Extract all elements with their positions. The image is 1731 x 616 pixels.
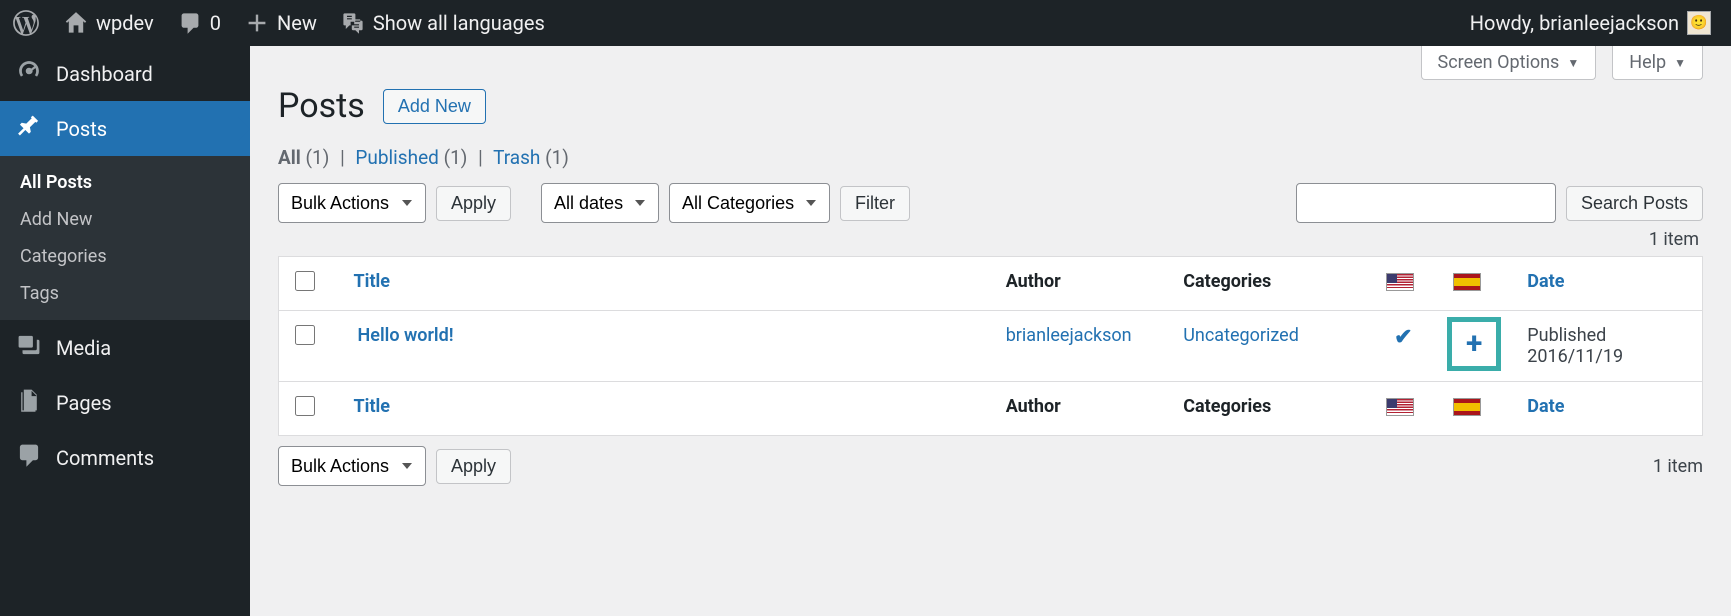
menu-media-label: Media <box>56 336 111 360</box>
user-avatar-icon: 🙂 <box>1687 11 1711 35</box>
howdy-label: Howdy, brianleejackson <box>1470 11 1679 35</box>
col-categories-header: Categories <box>1183 271 1271 292</box>
post-author-link[interactable]: brianleejackson <box>1006 325 1132 346</box>
filter-published[interactable]: Published (1) <box>355 146 472 169</box>
post-title-link[interactable]: Hello world! <box>354 325 454 346</box>
menu-posts-label: Posts <box>56 117 107 141</box>
category-filter-select[interactable]: All Categories <box>669 183 830 223</box>
page-title: Posts <box>278 86 365 126</box>
translation-icon <box>341 11 365 35</box>
menu-dashboard-label: Dashboard <box>56 62 153 86</box>
post-status-filters: All (1) | Published (1) | Trash (1) <box>278 146 1703 169</box>
new-label: New <box>277 11 317 35</box>
menu-comments[interactable]: Comments <box>0 430 250 485</box>
col-date-footer[interactable]: Date <box>1527 396 1564 417</box>
col-title-header[interactable]: Title <box>354 271 391 292</box>
post-category-link[interactable]: Uncategorized <box>1183 325 1299 346</box>
row-select-checkbox[interactable] <box>295 325 315 345</box>
languages-link[interactable]: Show all languages <box>329 0 557 46</box>
my-account-link[interactable]: Howdy, brianleejackson 🙂 <box>1458 0 1723 46</box>
menu-media[interactable]: Media <box>0 320 250 375</box>
flag-es-footer-icon[interactable] <box>1453 398 1481 416</box>
submenu-tags[interactable]: Tags <box>0 275 250 312</box>
item-count-bottom: 1 item <box>1653 456 1703 477</box>
content-body: Screen Options ▼ Help ▼ Posts Add New Al… <box>250 46 1731 616</box>
new-content-link[interactable]: New <box>233 0 329 46</box>
submenu-categories[interactable]: Categories <box>0 238 250 275</box>
menu-pages-label: Pages <box>56 391 112 415</box>
select-all-top[interactable] <box>295 271 315 291</box>
site-name-link[interactable]: wpdev <box>52 0 166 46</box>
col-author-footer: Author <box>1006 396 1061 417</box>
plus-icon <box>245 11 269 35</box>
col-title-footer[interactable]: Title <box>354 396 391 417</box>
flag-es-icon[interactable] <box>1453 273 1481 291</box>
add-translation-button[interactable]: + <box>1447 317 1501 371</box>
menu-dashboard[interactable]: Dashboard <box>0 46 250 101</box>
plus-icon: + <box>1466 329 1482 359</box>
submenu-all-posts[interactable]: All Posts <box>0 164 250 201</box>
comment-icon <box>178 11 202 35</box>
filter-trash[interactable]: Trash (1) <box>493 146 569 169</box>
filter-button[interactable]: Filter <box>840 186 910 221</box>
apply-bulk-button-bottom[interactable]: Apply <box>436 449 511 484</box>
chevron-down-icon: ▼ <box>1674 56 1686 70</box>
menu-pages[interactable]: Pages <box>0 375 250 430</box>
search-posts-input[interactable] <box>1296 183 1556 223</box>
apply-bulk-button[interactable]: Apply <box>436 186 511 221</box>
filter-all[interactable]: All (1) <box>278 146 334 169</box>
lang-en-check-icon[interactable]: ✔ <box>1394 325 1412 350</box>
submenu-add-new[interactable]: Add New <box>0 201 250 238</box>
dashboard-icon <box>16 58 42 89</box>
page-icon <box>16 387 42 418</box>
menu-posts[interactable]: Posts <box>0 101 250 156</box>
flag-us-icon[interactable] <box>1386 273 1414 291</box>
bulk-actions-select[interactable]: Bulk Actions <box>278 183 426 223</box>
item-count-top: 1 item <box>1649 229 1699 250</box>
date-filter-select[interactable]: All dates <box>541 183 659 223</box>
submenu-posts: All Posts Add New Categories Tags <box>0 156 250 320</box>
languages-label: Show all languages <box>373 11 545 35</box>
post-date-status: Published <box>1527 325 1686 346</box>
media-icon <box>16 332 42 363</box>
flag-us-footer-icon[interactable] <box>1386 398 1414 416</box>
site-name-label: wpdev <box>96 11 154 35</box>
screen-options-tab[interactable]: Screen Options ▼ <box>1421 46 1597 80</box>
tablenav-top: Bulk Actions Apply All dates All Categor… <box>278 183 1703 223</box>
post-date-value: 2016/11/19 <box>1527 346 1686 367</box>
admin-side-menu: Dashboard Posts All Posts Add New Catego… <box>0 46 250 616</box>
menu-comments-label: Comments <box>56 446 154 470</box>
chevron-down-icon: ▼ <box>1567 56 1579 70</box>
tablenav-bottom: Bulk Actions Apply 1 item <box>278 446 1703 486</box>
help-label: Help <box>1629 52 1666 73</box>
posts-table: Title Author Categories Date Hello world… <box>278 256 1703 436</box>
pin-icon <box>16 113 42 144</box>
comments-count: 0 <box>210 11 221 35</box>
wordpress-icon <box>12 9 40 37</box>
search-posts-button[interactable]: Search Posts <box>1566 186 1703 221</box>
comment-menu-icon <box>16 442 42 473</box>
wp-logo[interactable] <box>0 0 52 46</box>
col-author-header: Author <box>1006 271 1061 292</box>
comments-link[interactable]: 0 <box>166 0 233 46</box>
col-date-header[interactable]: Date <box>1527 271 1564 292</box>
screen-options-label: Screen Options <box>1438 52 1560 73</box>
help-tab[interactable]: Help ▼ <box>1612 46 1703 80</box>
add-new-button[interactable]: Add New <box>383 89 486 124</box>
bulk-actions-select-bottom[interactable]: Bulk Actions <box>278 446 426 486</box>
table-row: Hello world! brianleejackson Uncategoriz… <box>279 311 1703 382</box>
col-categories-footer: Categories <box>1183 396 1271 417</box>
screen-meta-links: Screen Options ▼ Help ▼ <box>278 46 1703 80</box>
admin-toolbar: wpdev 0 New Show all languages Howdy, br… <box>0 0 1731 46</box>
select-all-bottom[interactable] <box>295 396 315 416</box>
home-icon <box>64 11 88 35</box>
